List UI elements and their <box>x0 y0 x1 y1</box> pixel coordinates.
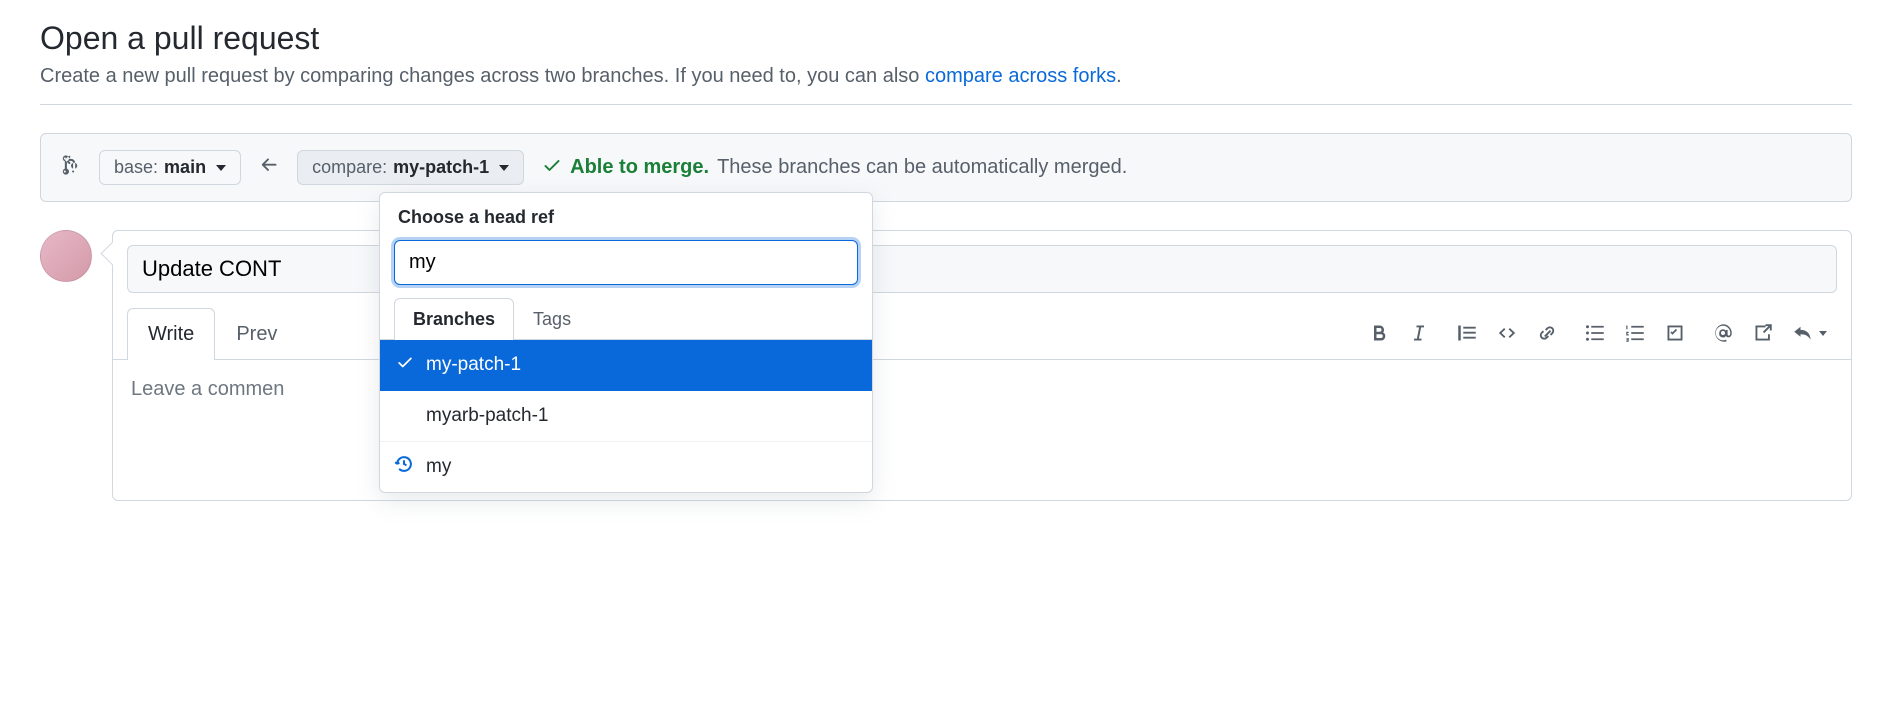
subtitle-text: Create a new pull request by comparing c… <box>40 65 925 87</box>
branch-option[interactable]: myarb-patch-1 <box>380 391 872 442</box>
mention-icon[interactable] <box>1713 323 1733 343</box>
editor-toolbar <box>1369 323 1837 343</box>
bold-icon[interactable] <box>1369 323 1389 343</box>
compare-forks-link[interactable]: compare across forks <box>925 65 1116 87</box>
chevron-down-icon <box>499 165 509 171</box>
branch-option-label: myarb-patch-1 <box>426 405 549 426</box>
history-option-label: my <box>426 456 451 477</box>
head-ref-dropdown: Choose a head ref Branches Tags my-patch… <box>379 192 873 493</box>
reply-icon[interactable] <box>1793 323 1827 343</box>
link-icon[interactable] <box>1537 323 1557 343</box>
compare-bar: base: main compare: my-patch-1 Able to m… <box>40 133 1852 202</box>
base-branch-button[interactable]: base: main <box>99 150 241 185</box>
arrow-left-icon <box>259 155 279 180</box>
bullet-list-icon[interactable] <box>1585 323 1605 343</box>
comment-section: Write Prev <box>40 230 1852 501</box>
chevron-down-icon <box>216 165 226 171</box>
quote-icon[interactable] <box>1457 323 1477 343</box>
history-icon <box>394 454 414 480</box>
tab-preview[interactable]: Prev <box>215 308 298 360</box>
italic-icon[interactable] <box>1409 323 1429 343</box>
tab-write[interactable]: Write <box>127 308 215 360</box>
check-icon <box>396 353 414 377</box>
cross-reference-icon[interactable] <box>1753 323 1773 343</box>
dropdown-list: my-patch-1 myarb-patch-1 my <box>380 340 872 492</box>
check-icon <box>542 155 562 181</box>
compare-label: compare: <box>312 157 387 178</box>
history-option[interactable]: my <box>380 442 872 492</box>
dropdown-tabs: Branches Tags <box>380 297 872 340</box>
chevron-down-icon <box>1819 331 1827 336</box>
git-compare-icon <box>59 154 81 181</box>
compare-value: my-patch-1 <box>393 157 489 178</box>
subtitle-post: . <box>1116 65 1122 87</box>
header-divider <box>40 104 1852 105</box>
dropdown-title: Choose a head ref <box>380 193 872 240</box>
tab-branches[interactable]: Branches <box>394 298 514 340</box>
branch-option[interactable]: my-patch-1 <box>380 340 872 391</box>
page-title: Open a pull request <box>40 20 1852 57</box>
merge-rest-text: These branches can be automatically merg… <box>717 156 1127 179</box>
task-list-icon[interactable] <box>1665 323 1685 343</box>
avatar[interactable] <box>40 230 92 282</box>
base-label: base: <box>114 157 158 178</box>
page-subtitle: Create a new pull request by comparing c… <box>40 65 1852 88</box>
comment-textarea[interactable]: Leave a commen <box>113 360 1851 500</box>
base-value: main <box>164 157 206 178</box>
compare-branch-button[interactable]: compare: my-patch-1 <box>297 150 524 185</box>
tab-tags[interactable]: Tags <box>514 298 590 340</box>
code-icon[interactable] <box>1497 323 1517 343</box>
merge-ok-text: Able to merge. <box>570 156 709 179</box>
numbered-list-icon[interactable] <box>1625 323 1645 343</box>
branch-option-label: my-patch-1 <box>426 354 521 375</box>
merge-status: Able to merge. These branches can be aut… <box>542 155 1127 181</box>
ref-search-input[interactable] <box>394 240 858 285</box>
comment-placeholder: Leave a commen <box>131 378 284 400</box>
comment-box: Write Prev <box>112 230 1852 501</box>
editor-tabs: Write Prev <box>113 307 1851 360</box>
